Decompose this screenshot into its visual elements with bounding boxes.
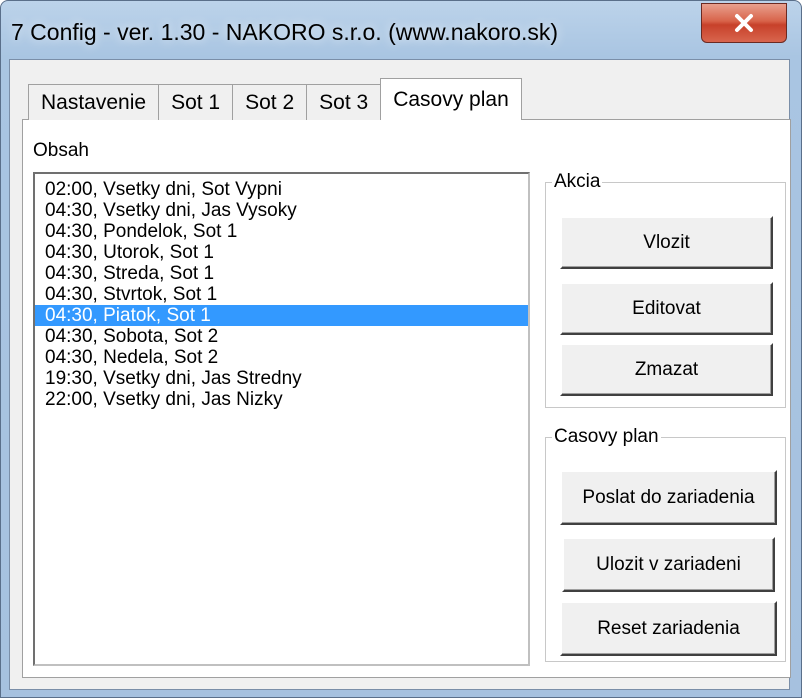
reset-zariadenia-button[interactable]: Reset zariadenia xyxy=(560,601,777,656)
list-item[interactable]: 04:30, Nedela, Sot 2 xyxy=(35,347,528,368)
tab-casovy-plan[interactable]: Casovy plan xyxy=(380,78,522,120)
list-item[interactable]: 22:00, Vsetky dni, Jas Nizky xyxy=(35,389,528,410)
tab-sot-2[interactable]: Sot 2 xyxy=(232,84,308,120)
tab-sot-1[interactable]: Sot 1 xyxy=(158,84,234,120)
close-button[interactable] xyxy=(701,3,787,43)
close-icon xyxy=(735,14,753,32)
tab-nastavenie[interactable]: Nastavenie xyxy=(28,84,160,120)
schedule-listbox[interactable]: 02:00, Vsetky dni, Sot Vypni 04:30, Vset… xyxy=(33,172,530,666)
window-title: 7 Config - ver. 1.30 - NAKORO s.r.o. (ww… xyxy=(11,19,559,45)
list-item[interactable]: 04:30, Vsetky dni, Jas Vysoky xyxy=(35,200,528,221)
list-item[interactable]: 02:00, Vsetky dni, Sot Vypni xyxy=(35,179,528,200)
zmazat-button[interactable]: Zmazat xyxy=(560,343,773,396)
list-item[interactable]: 04:30, Stvrtok, Sot 1 xyxy=(35,284,528,305)
ulozit-v-zariadeni-button[interactable]: Ulozit v zariadeni xyxy=(562,537,775,592)
editovat-button[interactable]: Editovat xyxy=(560,282,773,335)
tab-sot-3[interactable]: Sot 3 xyxy=(306,84,382,120)
tab-strip: Nastavenie Sot 1 Sot 2 Sot 3 Casovy plan xyxy=(28,76,522,120)
poslat-do-zariadenia-button[interactable]: Poslat do zariadenia xyxy=(560,470,777,525)
list-item-selected[interactable]: 04:30, Piatok, Sot 1 xyxy=(35,305,528,326)
list-item[interactable]: 04:30, Utorok, Sot 1 xyxy=(35,242,528,263)
list-item[interactable]: 04:30, Sobota, Sot 2 xyxy=(35,326,528,347)
akcia-label: Akcia xyxy=(552,171,603,193)
vlozit-button[interactable]: Vlozit xyxy=(560,216,773,269)
list-item[interactable]: 04:30, Streda, Sot 1 xyxy=(35,263,528,284)
casovy-plan-label: Casovy plan xyxy=(552,426,661,448)
list-item[interactable]: 19:30, Vsetky dni, Jas Stredny xyxy=(35,368,528,389)
list-item[interactable]: 04:30, Pondelok, Sot 1 xyxy=(35,221,528,242)
obsah-label: Obsah xyxy=(33,140,89,161)
